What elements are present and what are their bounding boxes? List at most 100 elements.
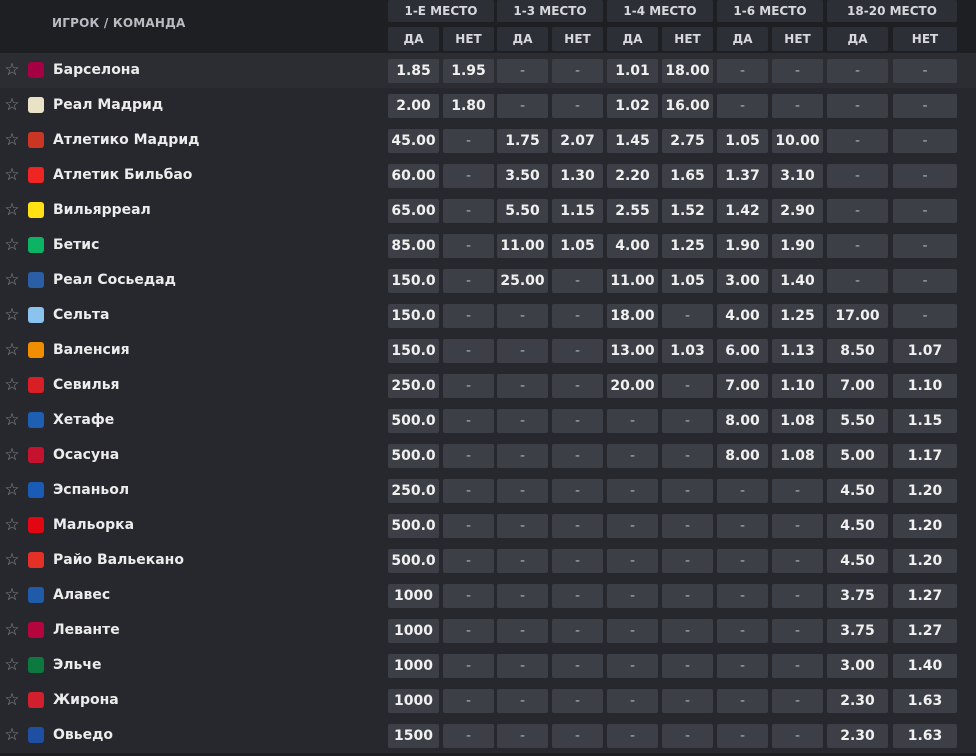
odds-cell[interactable]: 85.00: [388, 234, 439, 258]
odds-cell[interactable]: 1.30: [552, 164, 603, 188]
odds-cell[interactable]: 60.00: [388, 164, 439, 188]
favorite-star-icon[interactable]: ☆: [3, 621, 21, 639]
odds-cell[interactable]: 1.20: [893, 549, 957, 573]
odds-cell[interactable]: 2.00: [388, 94, 439, 118]
odds-cell[interactable]: 1.20: [893, 479, 957, 503]
odds-cell[interactable]: 150.0: [388, 269, 439, 293]
favorite-star-icon[interactable]: ☆: [3, 586, 21, 604]
odds-cell[interactable]: 1.90: [772, 234, 823, 258]
odds-cell[interactable]: 1500: [388, 724, 439, 748]
favorite-star-icon[interactable]: ☆: [3, 481, 21, 499]
odds-cell[interactable]: 3.75: [827, 619, 888, 643]
odds-cell[interactable]: 1.15: [893, 409, 957, 433]
odds-cell[interactable]: 5.50: [497, 199, 548, 223]
odds-cell[interactable]: 13.00: [607, 339, 658, 363]
favorite-star-icon[interactable]: ☆: [3, 306, 21, 324]
odds-cell[interactable]: 1.05: [662, 269, 713, 293]
odds-cell[interactable]: 65.00: [388, 199, 439, 223]
odds-cell[interactable]: 1.80: [443, 94, 494, 118]
favorite-star-icon[interactable]: ☆: [3, 551, 21, 569]
favorite-star-icon[interactable]: ☆: [3, 691, 21, 709]
odds-cell[interactable]: 16.00: [662, 94, 713, 118]
odds-cell[interactable]: 2.30: [827, 724, 888, 748]
odds-cell[interactable]: 5.00: [827, 444, 888, 468]
odds-cell[interactable]: 1.03: [662, 339, 713, 363]
odds-cell[interactable]: 1.02: [607, 94, 658, 118]
odds-cell[interactable]: 4.50: [827, 514, 888, 538]
favorite-star-icon[interactable]: ☆: [3, 516, 21, 534]
odds-cell[interactable]: 1.65: [662, 164, 713, 188]
favorite-star-icon[interactable]: ☆: [3, 131, 21, 149]
odds-cell[interactable]: 1.63: [893, 689, 957, 713]
odds-cell[interactable]: 17.00: [827, 304, 888, 328]
odds-cell[interactable]: 7.00: [827, 374, 888, 398]
odds-cell[interactable]: 150.0: [388, 339, 439, 363]
odds-cell[interactable]: 1.08: [772, 409, 823, 433]
odds-cell[interactable]: 25.00: [497, 269, 548, 293]
odds-cell[interactable]: 1.10: [772, 374, 823, 398]
odds-cell[interactable]: 4.00: [607, 234, 658, 258]
favorite-star-icon[interactable]: ☆: [3, 446, 21, 464]
odds-cell[interactable]: 1000: [388, 689, 439, 713]
favorite-star-icon[interactable]: ☆: [3, 96, 21, 114]
odds-cell[interactable]: 1.40: [772, 269, 823, 293]
odds-cell[interactable]: 1.25: [662, 234, 713, 258]
odds-cell[interactable]: 1.27: [893, 619, 957, 643]
odds-cell[interactable]: 500.0: [388, 444, 439, 468]
odds-cell[interactable]: 1.01: [607, 59, 658, 83]
odds-cell[interactable]: 8.50: [827, 339, 888, 363]
odds-cell[interactable]: 1.45: [607, 129, 658, 153]
favorite-star-icon[interactable]: ☆: [3, 201, 21, 219]
odds-cell[interactable]: 1.13: [772, 339, 823, 363]
odds-cell[interactable]: 8.00: [717, 444, 768, 468]
odds-cell[interactable]: 1.95: [443, 59, 494, 83]
odds-cell[interactable]: 1.52: [662, 199, 713, 223]
favorite-star-icon[interactable]: ☆: [3, 271, 21, 289]
odds-cell[interactable]: 1.07: [893, 339, 957, 363]
odds-cell[interactable]: 1.20: [893, 514, 957, 538]
odds-cell[interactable]: 1.90: [717, 234, 768, 258]
odds-cell[interactable]: 11.00: [497, 234, 548, 258]
odds-cell[interactable]: 1.15: [552, 199, 603, 223]
favorite-star-icon[interactable]: ☆: [3, 236, 21, 254]
odds-cell[interactable]: 4.50: [827, 549, 888, 573]
odds-cell[interactable]: 18.00: [662, 59, 713, 83]
odds-cell[interactable]: 45.00: [388, 129, 439, 153]
odds-cell[interactable]: 1.42: [717, 199, 768, 223]
odds-cell[interactable]: 2.55: [607, 199, 658, 223]
odds-cell[interactable]: 1000: [388, 654, 439, 678]
odds-cell[interactable]: 11.00: [607, 269, 658, 293]
favorite-star-icon[interactable]: ☆: [3, 656, 21, 674]
odds-cell[interactable]: 150.0: [388, 304, 439, 328]
odds-cell[interactable]: 250.0: [388, 374, 439, 398]
odds-cell[interactable]: 1.63: [893, 724, 957, 748]
favorite-star-icon[interactable]: ☆: [3, 166, 21, 184]
odds-cell[interactable]: 1.08: [772, 444, 823, 468]
odds-cell[interactable]: 500.0: [388, 549, 439, 573]
odds-cell[interactable]: 1.27: [893, 584, 957, 608]
odds-cell[interactable]: 1.05: [717, 129, 768, 153]
odds-cell[interactable]: 1.10: [893, 374, 957, 398]
favorite-star-icon[interactable]: ☆: [3, 411, 21, 429]
odds-cell[interactable]: 3.00: [827, 654, 888, 678]
odds-cell[interactable]: 6.00: [717, 339, 768, 363]
odds-cell[interactable]: 3.00: [717, 269, 768, 293]
odds-cell[interactable]: 1.05: [552, 234, 603, 258]
odds-cell[interactable]: 1000: [388, 584, 439, 608]
odds-cell[interactable]: 250.0: [388, 479, 439, 503]
odds-cell[interactable]: 500.0: [388, 514, 439, 538]
odds-cell[interactable]: 4.50: [827, 479, 888, 503]
odds-cell[interactable]: 1000: [388, 619, 439, 643]
favorite-star-icon[interactable]: ☆: [3, 61, 21, 79]
odds-cell[interactable]: 20.00: [607, 374, 658, 398]
odds-cell[interactable]: 2.90: [772, 199, 823, 223]
odds-cell[interactable]: 8.00: [717, 409, 768, 433]
odds-cell[interactable]: 2.20: [607, 164, 658, 188]
odds-cell[interactable]: 3.75: [827, 584, 888, 608]
favorite-star-icon[interactable]: ☆: [3, 341, 21, 359]
odds-cell[interactable]: 2.75: [662, 129, 713, 153]
odds-cell[interactable]: 10.00: [772, 129, 823, 153]
odds-cell[interactable]: 1.75: [497, 129, 548, 153]
odds-cell[interactable]: 5.50: [827, 409, 888, 433]
odds-cell[interactable]: 2.30: [827, 689, 888, 713]
